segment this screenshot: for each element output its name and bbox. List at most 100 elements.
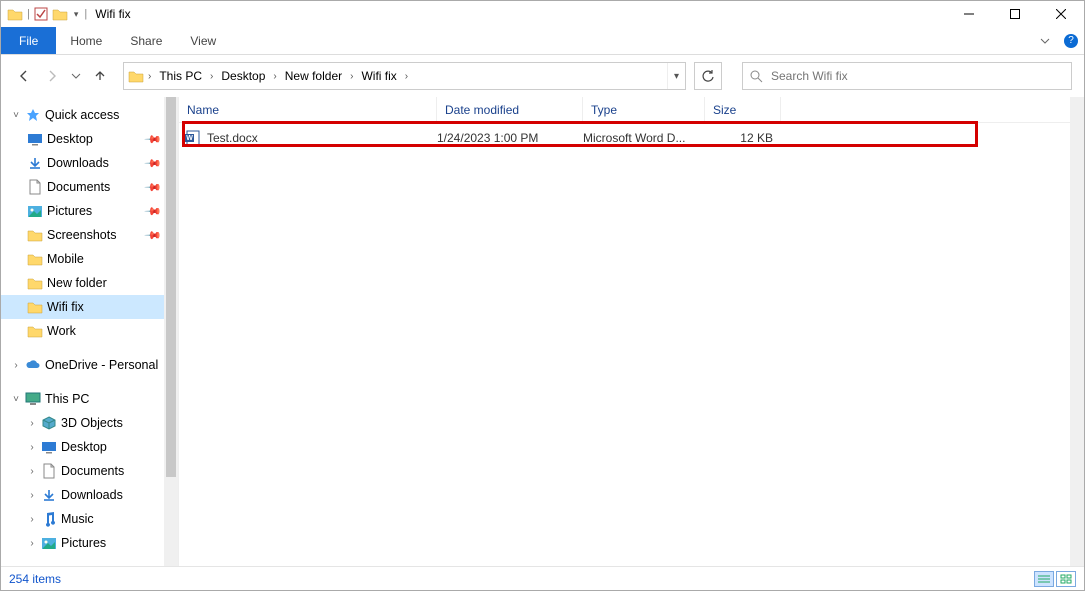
nav-item[interactable]: Desktop📌	[1, 127, 178, 151]
nav-item[interactable]: › Pictures	[1, 531, 178, 555]
search-icon	[749, 69, 763, 83]
nav-this-pc[interactable]: ˅ This PC	[1, 387, 178, 411]
nav-label: Work	[47, 324, 76, 338]
navigation-pane: ˅ Quick access Desktop📌Downloads📌Documen…	[1, 97, 179, 566]
nav-item[interactable]: New folder	[1, 271, 178, 295]
nav-item[interactable]: ›Desktop	[1, 435, 178, 459]
folder-icon	[27, 275, 43, 291]
title-bar: | ▾ | Wifi fix	[1, 1, 1084, 27]
nav-label: Documents	[47, 180, 110, 194]
nav-item[interactable]: Mobile	[1, 247, 178, 271]
breadcrumb-sep-icon[interactable]: ›	[206, 71, 217, 82]
tab-file[interactable]: File	[1, 27, 56, 54]
breadcrumb-sep-icon[interactable]: ›	[346, 71, 357, 82]
col-name[interactable]: Name	[179, 97, 437, 122]
chevron-right-icon[interactable]: ›	[27, 538, 37, 549]
view-large-button[interactable]	[1056, 571, 1076, 587]
recent-dropdown-icon[interactable]	[69, 65, 83, 87]
file-date: 1/24/2023 1:00 PM	[437, 131, 583, 145]
breadcrumb-sep-icon[interactable]: ›	[144, 71, 155, 82]
nav-item[interactable]: › Music	[1, 507, 178, 531]
address-history-icon[interactable]: ▾	[667, 63, 685, 89]
chevron-down-icon[interactable]: ˅	[11, 110, 21, 121]
col-date[interactable]: Date modified	[437, 97, 583, 122]
nav-item[interactable]: Screenshots📌	[1, 223, 178, 247]
3d-icon	[41, 415, 57, 431]
help-icon[interactable]: ?	[1064, 34, 1078, 48]
back-button[interactable]	[13, 65, 35, 87]
close-button[interactable]	[1038, 1, 1084, 27]
search-box[interactable]	[742, 62, 1072, 90]
search-input[interactable]	[769, 68, 1065, 84]
nav-label: New folder	[47, 276, 107, 290]
nav-label: Downloads	[61, 488, 123, 502]
body: ˅ Quick access Desktop📌Downloads📌Documen…	[1, 97, 1084, 566]
nav-item[interactable]: ›3D Objects	[1, 411, 178, 435]
forward-button[interactable]	[41, 65, 63, 87]
nav-label: Pictures	[61, 536, 106, 550]
music-icon	[41, 511, 57, 527]
ribbon-min-icon[interactable]	[1032, 27, 1058, 54]
qat-separator: |	[84, 8, 87, 20]
properties-icon[interactable]	[34, 7, 48, 21]
breadcrumb-sep-icon[interactable]: ›	[269, 71, 280, 82]
chevron-down-icon[interactable]: ˅	[11, 394, 21, 405]
nav-item[interactable]: › Documents	[1, 459, 178, 483]
nav-item[interactable]: Downloads📌	[1, 151, 178, 175]
maximize-button[interactable]	[992, 1, 1038, 27]
nav-item[interactable]: Documents📌	[1, 175, 178, 199]
nav-onedrive[interactable]: › OneDrive - Personal	[1, 353, 178, 377]
cloud-icon	[25, 357, 41, 373]
tab-share[interactable]: Share	[116, 27, 176, 54]
app-folder-icon	[7, 7, 23, 21]
folder-icon	[27, 227, 43, 243]
chevron-right-icon[interactable]: ›	[27, 490, 37, 501]
nav-item[interactable]: Work	[1, 319, 178, 343]
nav-label: Music	[61, 512, 94, 526]
downloads-icon	[41, 487, 57, 503]
star-icon	[25, 107, 41, 123]
breadcrumb-segment[interactable]: This PC	[155, 67, 206, 85]
breadcrumb-sep-icon[interactable]: ›	[401, 71, 412, 82]
nav-item[interactable]: Pictures📌	[1, 199, 178, 223]
file-list[interactable]: WTest.docx1/24/2023 1:00 PMMicrosoft Wor…	[179, 123, 1084, 566]
navpane-scrollbar[interactable]	[164, 97, 178, 566]
nav-label: Documents	[61, 464, 124, 478]
nav-quick-access[interactable]: ˅ Quick access	[1, 103, 178, 127]
address-bar[interactable]: ›This PC›Desktop›New folder›Wifi fix› ▾	[123, 62, 686, 90]
chevron-right-icon[interactable]: ›	[27, 466, 37, 477]
minimize-button[interactable]	[946, 1, 992, 27]
window-title: Wifi fix	[95, 7, 130, 21]
refresh-button[interactable]	[694, 62, 722, 90]
breadcrumb-segment[interactable]: Desktop	[217, 67, 269, 85]
documents-icon	[41, 463, 57, 479]
file-row[interactable]: WTest.docx1/24/2023 1:00 PMMicrosoft Wor…	[179, 127, 1084, 149]
up-button[interactable]	[89, 65, 111, 87]
scroll-thumb[interactable]	[166, 97, 176, 477]
nav-item[interactable]: › Downloads	[1, 483, 178, 507]
chevron-right-icon[interactable]: ›	[27, 418, 37, 429]
file-list-pane: Name Date modified Type Size WTest.docx1…	[179, 97, 1084, 566]
nav-label: Downloads	[47, 156, 109, 170]
pin-icon: 📌	[144, 130, 163, 149]
nav-item[interactable]: Wifi fix	[1, 295, 178, 319]
tab-home[interactable]: Home	[56, 27, 116, 54]
status-bar: 254 items	[1, 566, 1084, 590]
new-folder-icon[interactable]	[52, 7, 68, 21]
tab-view[interactable]: View	[176, 27, 230, 54]
breadcrumb-segment[interactable]: Wifi fix	[357, 67, 400, 85]
item-count: 254 items	[9, 572, 61, 586]
chevron-right-icon[interactable]: ›	[27, 442, 37, 453]
col-type[interactable]: Type	[583, 97, 705, 122]
quick-access-toolbar: | ▾ |	[7, 7, 87, 21]
chevron-right-icon[interactable]: ›	[27, 514, 37, 525]
breadcrumb-segment[interactable]: New folder	[281, 67, 346, 85]
qat-dropdown-icon[interactable]: ▾	[72, 9, 81, 20]
content-scrollbar[interactable]	[1070, 97, 1084, 566]
nav-label: Quick access	[45, 108, 119, 122]
chevron-right-icon[interactable]: ›	[11, 360, 21, 371]
pictures-icon	[41, 535, 57, 551]
view-details-button[interactable]	[1034, 571, 1054, 587]
desktop-icon	[27, 131, 43, 147]
col-size[interactable]: Size	[705, 97, 781, 122]
